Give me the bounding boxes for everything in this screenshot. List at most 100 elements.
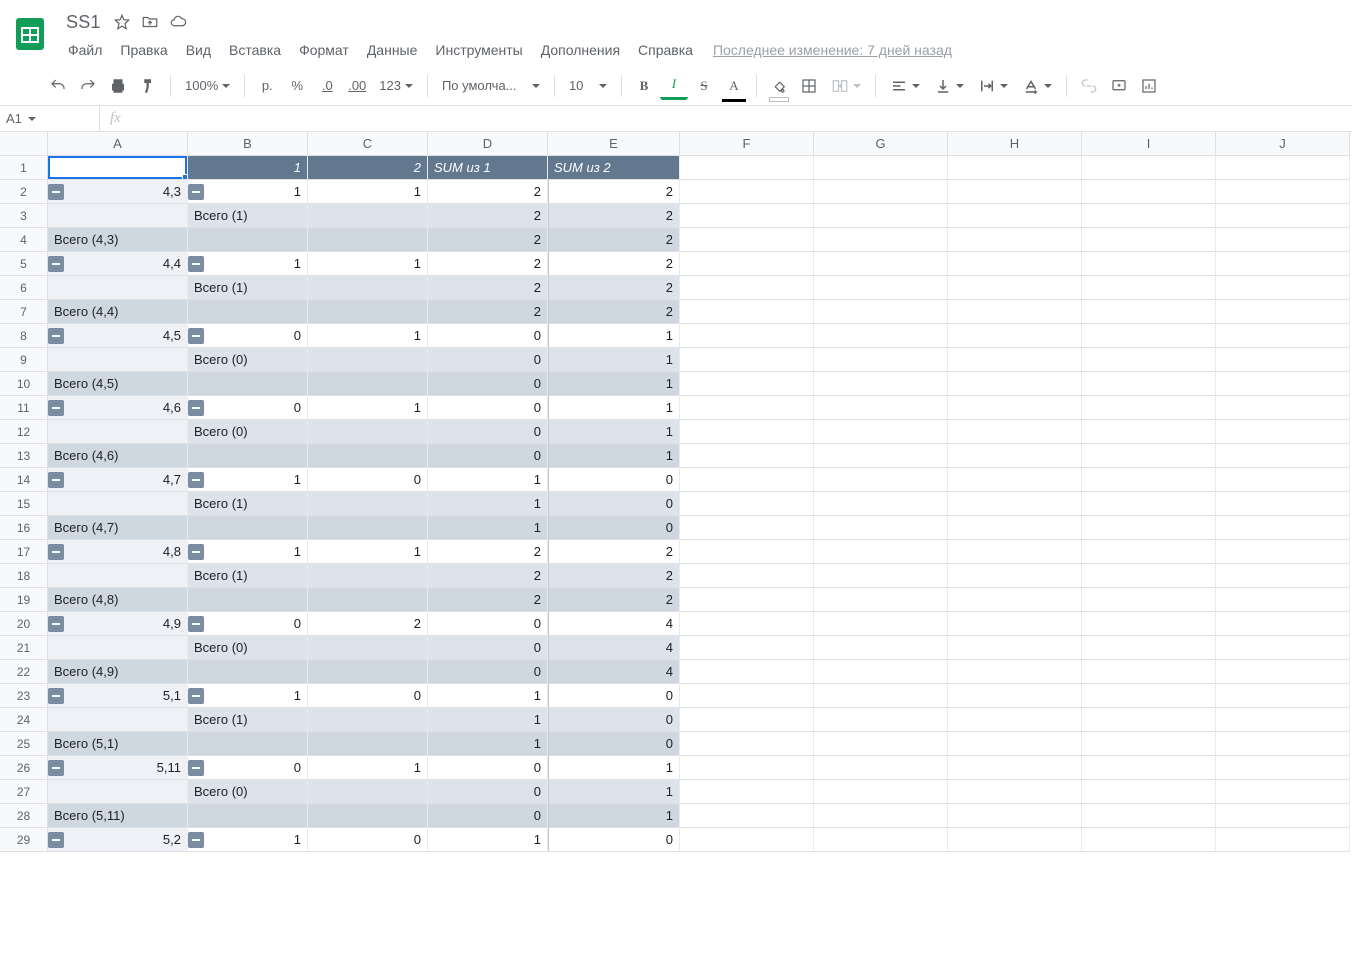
row-header[interactable]: 2 <box>0 180 48 204</box>
insert-chart-button[interactable] <box>1135 72 1163 100</box>
cell[interactable]: Всего (4,4) <box>48 300 188 324</box>
cell[interactable] <box>1216 300 1350 324</box>
cell[interactable]: Всего (1) <box>188 564 308 588</box>
cell[interactable] <box>680 396 814 420</box>
row-header[interactable]: 14 <box>0 468 48 492</box>
cell[interactable]: 2 <box>548 204 680 228</box>
cell[interactable] <box>814 636 948 660</box>
cell[interactable] <box>680 324 814 348</box>
cell[interactable] <box>948 228 1082 252</box>
cell[interactable] <box>948 756 1082 780</box>
cell[interactable] <box>948 708 1082 732</box>
cell[interactable] <box>680 828 814 852</box>
cell[interactable] <box>680 252 814 276</box>
cell[interactable] <box>1082 204 1216 228</box>
zoom-combo[interactable]: 100% <box>179 72 236 100</box>
cell[interactable]: 1 <box>548 324 680 348</box>
cell[interactable] <box>1216 684 1350 708</box>
cell[interactable]: Всего (4,7) <box>48 516 188 540</box>
cell[interactable] <box>1216 636 1350 660</box>
cell[interactable]: 2 <box>548 540 680 564</box>
cell[interactable]: 0 <box>428 780 548 804</box>
cell[interactable]: 0 <box>548 684 680 708</box>
cell[interactable]: 2 <box>548 252 680 276</box>
menu-формат[interactable]: Формат <box>291 38 357 62</box>
cell[interactable] <box>308 804 428 828</box>
cell[interactable] <box>948 780 1082 804</box>
cell[interactable]: 4 <box>548 612 680 636</box>
cell[interactable] <box>948 732 1082 756</box>
cell[interactable] <box>1082 708 1216 732</box>
cell[interactable] <box>680 684 814 708</box>
collapse-icon[interactable] <box>188 544 204 560</box>
cell[interactable] <box>680 204 814 228</box>
cell[interactable]: 4,6 <box>48 396 188 420</box>
cell[interactable] <box>188 444 308 468</box>
cell[interactable]: 1 <box>548 444 680 468</box>
cell[interactable] <box>948 612 1082 636</box>
cell[interactable] <box>48 348 188 372</box>
row-header[interactable]: 23 <box>0 684 48 708</box>
menu-вид[interactable]: Вид <box>178 38 219 62</box>
cell[interactable]: 0 <box>548 708 680 732</box>
cell[interactable] <box>48 276 188 300</box>
cell[interactable]: 1 <box>428 708 548 732</box>
row-header[interactable]: 18 <box>0 564 48 588</box>
last-edit-link[interactable]: Последнее изменение: 7 дней назад <box>703 42 952 58</box>
cell[interactable] <box>308 300 428 324</box>
number-format-combo[interactable]: 123 <box>373 72 419 100</box>
cell[interactable] <box>948 828 1082 852</box>
cell[interactable]: 1 <box>548 372 680 396</box>
cell[interactable] <box>48 420 188 444</box>
cell[interactable] <box>948 348 1082 372</box>
cell[interactable]: Всего (0) <box>188 636 308 660</box>
cell[interactable] <box>814 228 948 252</box>
cell[interactable]: 2 <box>428 540 548 564</box>
cell[interactable] <box>1216 756 1350 780</box>
cell[interactable]: 1 <box>308 396 428 420</box>
cell[interactable] <box>1216 252 1350 276</box>
cell[interactable] <box>308 444 428 468</box>
strikethrough-button[interactable]: S <box>690 72 718 100</box>
row-header[interactable]: 8 <box>0 324 48 348</box>
cell[interactable]: 1 <box>428 684 548 708</box>
cell[interactable] <box>1216 708 1350 732</box>
cell[interactable]: Всего (1) <box>188 708 308 732</box>
cell[interactable]: 1 <box>548 804 680 828</box>
cell[interactable] <box>1082 780 1216 804</box>
row-header[interactable]: 9 <box>0 348 48 372</box>
cell[interactable]: Всего (0) <box>188 348 308 372</box>
cell[interactable] <box>814 276 948 300</box>
cell[interactable] <box>1082 420 1216 444</box>
cell[interactable] <box>1216 516 1350 540</box>
cell[interactable] <box>680 588 814 612</box>
row-header[interactable]: 6 <box>0 276 48 300</box>
italic-button[interactable]: I <box>660 72 688 100</box>
cell[interactable]: 1 <box>308 540 428 564</box>
redo-button[interactable] <box>74 72 102 100</box>
cell[interactable]: 1 <box>428 828 548 852</box>
cell[interactable] <box>1082 756 1216 780</box>
cell[interactable] <box>814 444 948 468</box>
row-header[interactable]: 15 <box>0 492 48 516</box>
cell[interactable] <box>48 156 188 180</box>
cell[interactable] <box>48 780 188 804</box>
cell[interactable] <box>680 756 814 780</box>
row-header[interactable]: 19 <box>0 588 48 612</box>
cell[interactable]: 1 <box>548 420 680 444</box>
cell[interactable] <box>680 372 814 396</box>
insert-comment-button[interactable] <box>1105 72 1133 100</box>
collapse-icon[interactable] <box>188 256 204 272</box>
font-size-combo[interactable]: 10 <box>563 72 613 100</box>
cell[interactable] <box>308 228 428 252</box>
cell[interactable] <box>814 660 948 684</box>
menu-справка[interactable]: Справка <box>630 38 701 62</box>
cell[interactable] <box>948 684 1082 708</box>
cell[interactable] <box>188 804 308 828</box>
collapse-icon[interactable] <box>48 400 64 416</box>
cell[interactable] <box>948 636 1082 660</box>
row-header[interactable]: 11 <box>0 396 48 420</box>
cell[interactable] <box>948 324 1082 348</box>
cell[interactable] <box>948 444 1082 468</box>
cell[interactable] <box>1216 204 1350 228</box>
